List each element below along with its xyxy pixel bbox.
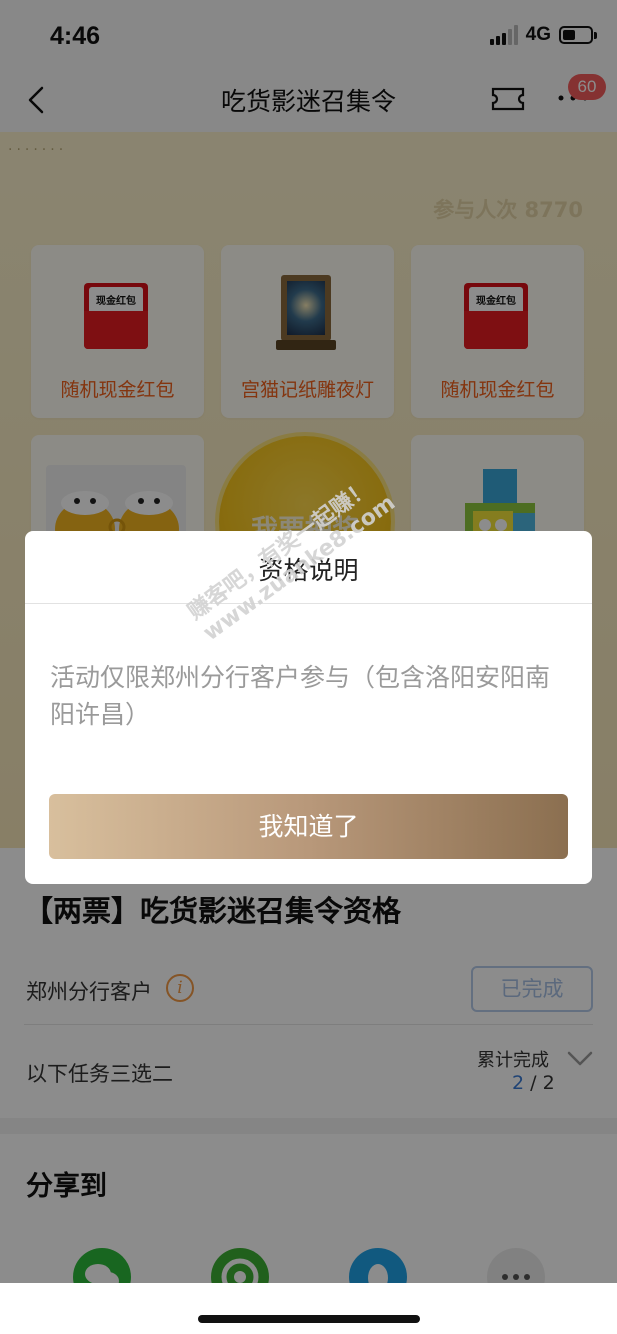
confirm-button[interactable]: 我知道了 <box>49 794 568 859</box>
home-area <box>0 1283 617 1334</box>
home-indicator[interactable] <box>198 1315 420 1323</box>
